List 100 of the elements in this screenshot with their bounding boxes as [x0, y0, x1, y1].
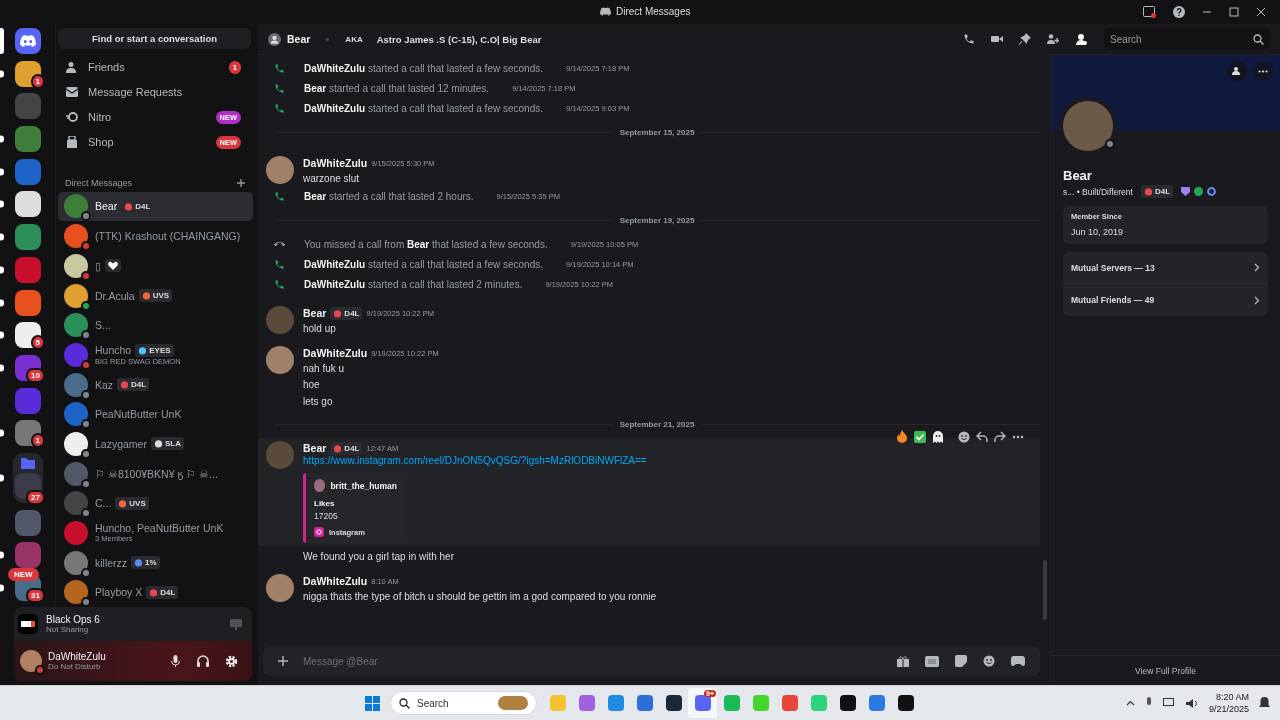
message-text: hold up — [303, 321, 337, 336]
app-icon — [897, 695, 914, 711]
author-name[interactable]: Bear — [303, 307, 327, 319]
add-reaction-button[interactable] — [958, 430, 970, 443]
dm-name: Kaz — [95, 378, 114, 391]
dm-item[interactable]: Bear D4L — [58, 191, 253, 222]
call-icon — [963, 33, 975, 45]
close-icon[interactable] — [1256, 7, 1266, 17]
author-name[interactable]: DaWhiteZulu — [303, 575, 368, 587]
start-button[interactable] — [365, 695, 380, 711]
avatar[interactable] — [266, 574, 294, 602]
app-icon — [549, 695, 566, 711]
server-icon[interactable] — [14, 472, 41, 499]
chevron-up-icon[interactable] — [1125, 700, 1135, 706]
tag-text: D4L — [344, 443, 360, 453]
dm-name: Dr.Acula — [95, 289, 135, 302]
gamepad-icon — [1011, 656, 1025, 666]
user-status-text: Do Not Disturb — [48, 662, 102, 671]
clock[interactable]: 8:20 AM 9/21/2025 — [1208, 691, 1249, 715]
server-icon[interactable] — [14, 322, 41, 349]
message-text: nah fuk u — [303, 361, 346, 376]
nitro-icon — [66, 112, 78, 123]
dm-item[interactable]: PeaNutButter UnK — [58, 399, 253, 430]
check-mark-icon — [914, 430, 926, 443]
reaction-button[interactable] — [932, 430, 944, 443]
forward-icon-button[interactable] — [994, 431, 1006, 442]
gift-button[interactable] — [894, 655, 912, 667]
dm-name: S... — [95, 319, 111, 332]
attach-button[interactable] — [275, 656, 291, 666]
scrollbar-thumb[interactable] — [1043, 560, 1047, 620]
tag-icon — [1143, 187, 1153, 196]
message-text: hoe — [303, 378, 321, 392]
search-button[interactable]: Find or start a conversation — [58, 28, 251, 49]
author-name[interactable]: Bear — [303, 442, 327, 454]
taskbar-search[interactable]: Search — [390, 691, 537, 715]
add-icon[interactable] — [237, 178, 245, 187]
dm-item[interactable]: C... UVS — [58, 488, 253, 519]
app-icon — [839, 695, 856, 711]
dm-name: (TTK) Krashout (CHAINGANG) — [95, 230, 241, 243]
inbox-icon[interactable] — [1143, 6, 1156, 18]
reply-button[interactable] — [976, 431, 988, 442]
date-divider: September 19, 2025 — [619, 215, 695, 225]
message-input[interactable]: Message @Bear — [301, 654, 884, 668]
search-icon — [399, 697, 410, 709]
reaction-button[interactable] — [896, 430, 908, 443]
add-friend-button[interactable] — [1227, 61, 1247, 81]
gif-button[interactable] — [922, 655, 942, 667]
plus-icon — [278, 656, 288, 666]
dm-item[interactable]: Lazygamer SLA — [58, 429, 253, 459]
server-icon[interactable] — [14, 60, 41, 87]
dm-item[interactable]: Dr.Acula UVS — [58, 280, 253, 311]
envelope-icon — [66, 87, 78, 98]
volume-icon[interactable] — [1185, 697, 1199, 709]
dm-item[interactable]: ▯ — [58, 251, 253, 281]
server-icon[interactable] — [14, 191, 41, 218]
dm-name: Huncho, PeaNutButter UnK — [95, 522, 224, 535]
message-composer[interactable]: Message @Bear — [263, 646, 1040, 676]
reaction-button[interactable] — [914, 430, 926, 443]
dm-name: Lazygamer — [95, 437, 147, 450]
embed-author[interactable]: britt_the_human — [330, 480, 397, 491]
dm-name: Playboy X — [95, 586, 143, 599]
home-button[interactable] — [14, 28, 41, 54]
notification-bell-icon[interactable] — [1259, 697, 1270, 709]
dm-item[interactable]: ⚐ ☠8100¥BKN¥ ӄ ⚐ ☠... — [58, 458, 253, 489]
server-folder[interactable] — [12, 452, 43, 503]
avatar[interactable] — [266, 346, 294, 374]
dm-item[interactable]: S... — [58, 310, 253, 340]
add-friend-icon — [1047, 33, 1059, 45]
microphone-icon — [170, 655, 180, 667]
sticker-button[interactable] — [952, 655, 970, 667]
call-log-text: DaWhiteZulu started a call that lasted a few seconds. — [304, 258, 543, 270]
help-icon[interactable] — [1173, 6, 1185, 18]
chat-title: Bear — [287, 33, 311, 45]
section-title: Direct Messages — [65, 177, 133, 188]
dm-item[interactable]: Kaz D4L — [58, 369, 253, 400]
mutuals-row[interactable]: Mutual Servers — 13 — [1063, 252, 1268, 284]
view-full-profile-link[interactable]: View Full Profile — [1135, 665, 1196, 676]
network-icon[interactable] — [1162, 697, 1176, 709]
user-name: DaWhiteZulu — [48, 651, 107, 662]
search-field[interactable]: Search — [1104, 28, 1270, 50]
activity-button[interactable] — [1008, 656, 1028, 666]
app-icon — [723, 695, 740, 711]
folder-icon — [20, 456, 35, 469]
discord-logo-icon — [600, 7, 611, 16]
dm-item[interactable]: killerzz 1% — [58, 547, 253, 578]
message-link[interactable]: https://www.instagram.com/reel/DJnON5QvQSG/?igsh=MzRlODBiNWFlZA== — [303, 455, 647, 469]
tag-text: UVS — [152, 291, 170, 300]
mutuals-row[interactable]: Mutual Friends — 49 — [1063, 284, 1268, 316]
date-divider: September 15, 2025 — [619, 127, 695, 137]
maximize-icon[interactable] — [1229, 7, 1239, 17]
date-divider: September 21, 2025 — [619, 419, 695, 429]
author-name[interactable]: DaWhiteZulu — [303, 347, 368, 359]
more-button[interactable] — [1012, 434, 1024, 439]
author-name[interactable]: DaWhiteZulu — [303, 157, 368, 169]
user-avatar[interactable] — [20, 650, 42, 672]
nav-item[interactable]: Message Requests — [58, 79, 253, 105]
sticker-icon — [955, 655, 967, 667]
avatar[interactable] — [266, 156, 294, 184]
flame-icon — [896, 430, 908, 443]
dm-item[interactable]: (TTK) Krashout (CHAINGANG) — [58, 221, 253, 251]
